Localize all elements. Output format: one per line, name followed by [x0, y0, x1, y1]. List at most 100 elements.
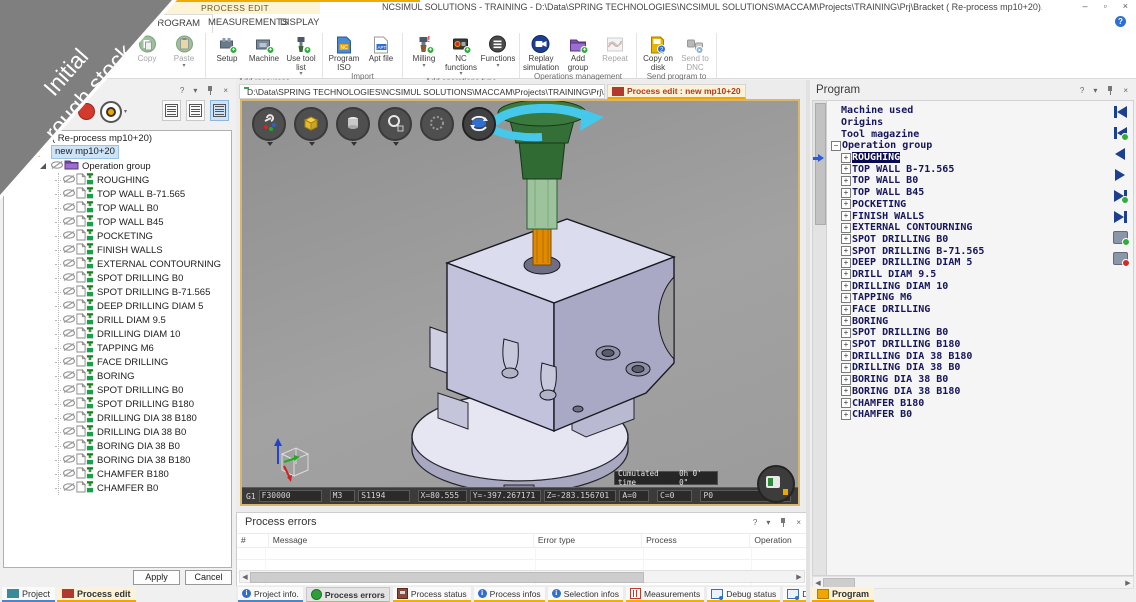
- expand-icon[interactable]: +: [841, 258, 851, 268]
- program-pin-icon[interactable]: [1106, 86, 1114, 95]
- program-operation-drilling-dia-38-b0[interactable]: +DRILLING DIA 38 B0: [829, 362, 1105, 374]
- use-tool-list-button[interactable]: Use tool list▾: [283, 34, 319, 77]
- tab-display[interactable]: DISPLAY: [268, 14, 331, 32]
- expand-icon[interactable]: +: [841, 351, 851, 361]
- restore-button[interactable]: ▫: [1104, 1, 1107, 11]
- operation-row-drill-diam-9-5[interactable]: DRILL DIAM 9.5: [4, 313, 231, 327]
- tab-process-edit[interactable]: Process edit: [57, 587, 136, 602]
- view-settings-button[interactable]: [252, 107, 286, 141]
- collapse-icon[interactable]: −: [831, 141, 841, 151]
- expand-icon[interactable]: +: [841, 410, 851, 420]
- program-operation-drilling-dia-38-b180[interactable]: +DRILLING DIA 38 B180: [829, 350, 1105, 362]
- operation-row-boring-dia-38-b180[interactable]: BORING DIA 38 B180: [4, 453, 231, 467]
- tree-group-item[interactable]: Operation group: [4, 159, 231, 173]
- contextual-tab-process-edit[interactable]: PROCESS EDIT: [150, 2, 320, 14]
- target-icon[interactable]: [100, 101, 122, 123]
- tab-project-info[interactable]: iProject info.: [238, 587, 303, 602]
- program-iso-button[interactable]: NCProgram ISO: [326, 34, 362, 72]
- operation-row-spot-drilling-b-71-565[interactable]: SPOT DRILLING B-71.565: [4, 285, 231, 299]
- program-operation-finish-walls[interactable]: +FINISH WALLS: [829, 210, 1105, 222]
- operation-row-top-wall-b45[interactable]: TOP WALL B45: [4, 215, 231, 229]
- tab-project[interactable]: Project: [2, 587, 55, 602]
- errors-menu-icon[interactable]: ▾: [766, 518, 770, 527]
- program-vscrollbar[interactable]: [813, 101, 827, 575]
- tab-debug-status[interactable]: Debug status: [707, 587, 780, 602]
- expand-icon[interactable]: +: [841, 176, 851, 186]
- program-operation-top-wall-b-71-565[interactable]: +TOP WALL B-71.565: [829, 163, 1105, 175]
- tab-selection-infos[interactable]: iSelection infos: [548, 587, 623, 602]
- errors-help-icon[interactable]: ?: [753, 518, 757, 527]
- program-operation-drilling-diam-10[interactable]: +DRILLING DIAM 10: [829, 280, 1105, 292]
- document-tab-1[interactable]: D:\Data\SPRING TECHNOLOGIES\NCSIMUL SOLU…: [239, 84, 605, 99]
- minimize-button[interactable]: –: [1083, 1, 1088, 11]
- expand-icon[interactable]: +: [841, 398, 851, 408]
- step-forward-to-tool-button[interactable]: [1114, 189, 1127, 202]
- panel-help-icon[interactable]: ?: [180, 86, 184, 95]
- functions-button[interactable]: Functions▾: [480, 34, 516, 69]
- program-operation-chamfer-b0[interactable]: +CHAMFER B0: [829, 409, 1105, 421]
- document-tab-2[interactable]: Process edit : new mp10+20: [607, 84, 746, 99]
- operation-row-face-drilling[interactable]: FACE DRILLING: [4, 355, 231, 369]
- step-back-to-tool-button[interactable]: [1114, 126, 1127, 139]
- apply-button[interactable]: Apply: [133, 570, 180, 585]
- setup-button[interactable]: Setup: [209, 34, 245, 64]
- help-icon[interactable]: ?: [1115, 16, 1126, 27]
- play-backward-button[interactable]: [1115, 147, 1125, 160]
- program-operation-drill-diam-9-5[interactable]: +DRILL DIAM 9.5: [829, 269, 1105, 281]
- repeat-button[interactable]: Repeat: [597, 34, 633, 64]
- scroll-left-icon[interactable]: ◀: [813, 579, 823, 587]
- selection-mode-button[interactable]: [420, 107, 454, 141]
- panel-close-icon[interactable]: ×: [223, 86, 228, 95]
- expand-icon[interactable]: +: [841, 234, 851, 244]
- program-item-origins[interactable]: Origins: [829, 117, 1105, 129]
- milling-button[interactable]: !Milling▾: [406, 34, 442, 69]
- operation-row-spot-drilling-b0[interactable]: SPOT DRILLING B0: [4, 383, 231, 397]
- operation-row-roughing[interactable]: ROUGHING: [4, 173, 231, 187]
- play-forward-button[interactable]: [1115, 168, 1125, 181]
- dropdown-arrow-icon[interactable]: [351, 142, 357, 146]
- operation-row-external-contourning[interactable]: EXTERNAL CONTOURNING: [4, 257, 231, 271]
- program-operation-spot-drilling-b0[interactable]: +SPOT DRILLING B0: [829, 327, 1105, 339]
- expand-icon[interactable]: +: [841, 199, 851, 209]
- expand-icon[interactable]: +: [841, 316, 851, 326]
- tab-process-infos[interactable]: iProcess infos: [474, 587, 545, 602]
- program-operation-face-drilling[interactable]: +FACE DRILLING: [829, 304, 1105, 316]
- program-item-machine-used[interactable]: Machine used: [829, 105, 1105, 117]
- program-operation-roughing[interactable]: +ROUGHING: [829, 152, 1105, 164]
- dropdown-arrow-icon[interactable]: [393, 142, 399, 146]
- scroll-right-icon[interactable]: ▶: [794, 573, 804, 581]
- operation-row-drilling-dia-38-b180[interactable]: DRILLING DIA 38 B180: [4, 411, 231, 425]
- expand-icon[interactable]: +: [841, 363, 851, 373]
- operation-row-chamfer-b0[interactable]: CHAMFER B0: [4, 481, 231, 495]
- program-menu-icon[interactable]: ▾: [1093, 86, 1097, 95]
- program-group-operation-group[interactable]: −Operation group: [829, 140, 1105, 152]
- operation-row-finish-walls[interactable]: FINISH WALLS: [4, 243, 231, 257]
- program-operation-boring-dia-38-b0[interactable]: +BORING DIA 38 B0: [829, 374, 1105, 386]
- tab-measurements[interactable]: Measurements: [626, 587, 704, 602]
- machine-button[interactable]: Machine: [246, 34, 282, 64]
- program-operation-boring-dia-38-b180[interactable]: +BORING DIA 38 B180: [829, 386, 1105, 398]
- remove-tool-stop-button[interactable]: [1113, 252, 1128, 265]
- tab-process-errors[interactable]: Process errors: [306, 587, 390, 602]
- errors-hscrollbar[interactable]: ◀ ▶: [239, 570, 805, 583]
- program-operation-tapping-m6[interactable]: +TAPPING M6: [829, 292, 1105, 304]
- close-button[interactable]: ×: [1123, 1, 1128, 11]
- skip-to-start-button[interactable]: [1114, 105, 1127, 118]
- program-operation-external-contourning[interactable]: +EXTERNAL CONTOURNING: [829, 222, 1105, 234]
- send-to-dnc-button[interactable]: Send to DNC: [677, 34, 713, 72]
- list-view-small-button[interactable]: [162, 100, 181, 121]
- operation-row-top-wall-b-71-565[interactable]: TOP WALL B-71.565: [4, 187, 231, 201]
- cancel-button[interactable]: Cancel: [185, 570, 232, 585]
- scroll-left-icon[interactable]: ◀: [240, 573, 250, 581]
- replay-simulation-button[interactable]: Replay simulation: [523, 34, 559, 72]
- rotate-view-button[interactable]: [462, 107, 496, 141]
- expand-icon[interactable]: +: [841, 269, 851, 279]
- program-operation-deep-drilling-diam-5[interactable]: +DEEP DRILLING DIAM 5: [829, 257, 1105, 269]
- operation-row-spot-drilling-b0[interactable]: SPOT DRILLING B0: [4, 271, 231, 285]
- program-operation-top-wall-b45[interactable]: +TOP WALL B45: [829, 187, 1105, 199]
- program-operation-top-wall-b0[interactable]: +TOP WALL B0: [829, 175, 1105, 187]
- list-view-detail-button[interactable]: [210, 100, 229, 121]
- tab-process-status[interactable]: Process status: [393, 587, 471, 602]
- machine-mode-button[interactable]: [757, 465, 795, 503]
- skip-to-end-button[interactable]: [1114, 210, 1127, 223]
